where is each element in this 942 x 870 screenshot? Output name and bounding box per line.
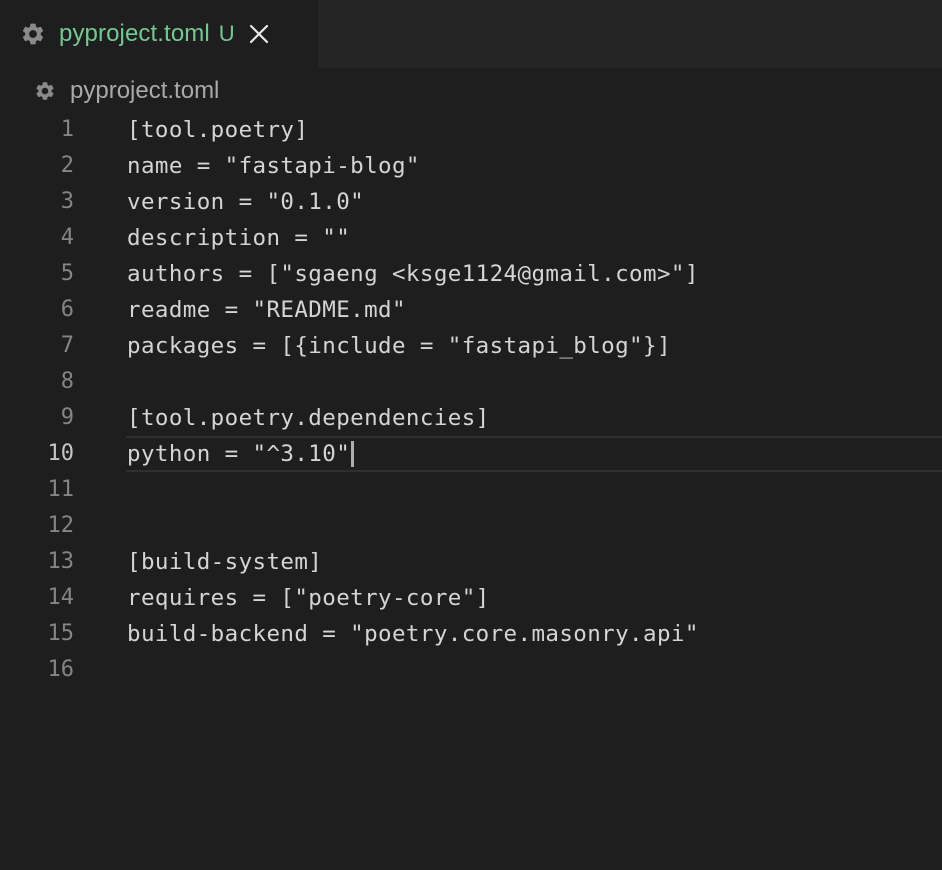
code-line[interactable]: 1 [tool.poetry]: [0, 112, 942, 148]
line-number: 6: [60, 297, 74, 322]
line-number: 9: [60, 405, 74, 430]
code-line[interactable]: 15 build-backend = "poetry.core.masonry.a…: [0, 616, 942, 652]
code-text[interactable]: [tool.poetry]: [127, 112, 308, 148]
gear-icon: [20, 21, 46, 47]
line-number: 12: [47, 513, 75, 538]
code-line[interactable]: 14 requires = ["poetry-core"]: [0, 580, 942, 616]
editor-window: pyproject.toml U pyproject.toml 1 [tool.p…: [0, 0, 942, 870]
close-icon[interactable]: [247, 22, 271, 46]
line-number: 7: [60, 333, 74, 358]
code-line[interactable]: 6 readme = "README.md": [0, 292, 942, 328]
code-line[interactable]: 10 python = "^3.10": [0, 436, 942, 472]
code-text[interactable]: requires = ["poetry-core"]: [127, 580, 490, 616]
code-text[interactable]: python = "^3.10": [127, 436, 350, 472]
breadcrumb[interactable]: pyproject.toml: [34, 76, 219, 106]
line-number: 8: [60, 369, 74, 394]
code-text[interactable]: build-backend = "poetry.core.masonry.api…: [127, 616, 699, 652]
code-line[interactable]: 11: [0, 472, 942, 508]
line-number: 16: [47, 657, 75, 682]
code-line[interactable]: 12: [0, 508, 942, 544]
code-line[interactable]: 9 [tool.poetry.dependencies]: [0, 400, 942, 436]
code-text[interactable]: name = "fastapi-blog": [127, 148, 420, 184]
line-number: 14: [47, 585, 75, 610]
line-number: 10: [47, 441, 75, 466]
code-text[interactable]: authors = ["sgaeng <ksge1124@gmail.com>"…: [127, 256, 699, 292]
code-line[interactable]: 4 description = "": [0, 220, 942, 256]
code-line[interactable]: 5 authors = ["sgaeng <ksge1124@gmail.com>…: [0, 256, 942, 292]
line-number: 3: [60, 189, 74, 214]
code-line[interactable]: 3 version = "0.1.0": [0, 184, 942, 220]
code-editor[interactable]: 1 [tool.poetry] 2 name = "fastapi-blog" 3 ver…: [0, 112, 942, 870]
line-number: 5: [60, 261, 74, 286]
code-line[interactable]: 7 packages = [{include = "fastapi_blog"}]: [0, 328, 942, 364]
git-status-badge: U: [218, 21, 235, 46]
line-number: 2: [60, 153, 74, 178]
code-text[interactable]: packages = [{include = "fastapi_blog"}]: [127, 328, 671, 364]
code-text[interactable]: description = "": [127, 220, 350, 256]
code-line[interactable]: 16: [0, 652, 942, 688]
text-cursor: [351, 441, 354, 467]
tab-label: pyproject.toml: [59, 20, 210, 47]
tab-pyproject-toml[interactable]: pyproject.toml U: [0, 0, 318, 68]
code-text[interactable]: [tool.poetry.dependencies]: [127, 400, 490, 436]
code-text[interactable]: readme = "README.md": [127, 292, 406, 328]
breadcrumb-file-label: pyproject.toml: [70, 77, 220, 104]
code-line[interactable]: 13 [build-system]: [0, 544, 942, 580]
line-number: 1: [60, 117, 74, 142]
line-number: 13: [47, 549, 75, 574]
tab-bar: pyproject.toml U: [0, 0, 942, 68]
line-number: 15: [47, 621, 75, 646]
code-text[interactable]: version = "0.1.0": [127, 184, 364, 220]
line-number: 4: [60, 225, 74, 250]
line-number: 11: [47, 477, 75, 502]
gear-icon: [34, 80, 56, 102]
code-line[interactable]: 8: [0, 364, 942, 400]
code-text[interactable]: [build-system]: [127, 544, 322, 580]
code-line[interactable]: 2 name = "fastapi-blog": [0, 148, 942, 184]
